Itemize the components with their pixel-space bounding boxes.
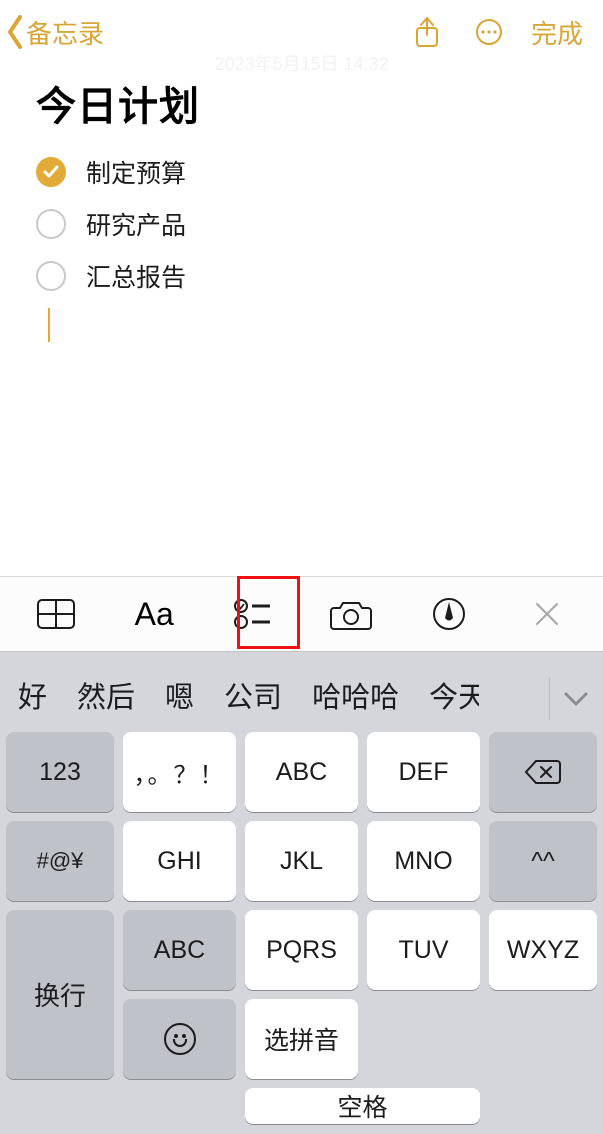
markup-icon [431,596,467,632]
key-jkl[interactable]: JKL [245,821,358,901]
key-numbers[interactable]: 123 [6,732,114,812]
done-button[interactable]: 完成 [523,14,591,51]
candidate-bar: 好 然后 嗯 公司 哈哈哈 今天 [0,652,603,732]
nav-bar: 备忘录 完成 [0,0,603,64]
key-wxyz[interactable]: WXYZ [489,910,597,990]
checklist-item-text: 制定预算 [86,154,186,190]
expand-candidates-button[interactable] [549,678,591,720]
checklist-item[interactable]: 研究产品 [36,198,567,250]
emoji-icon [164,1023,196,1055]
key-def[interactable]: DEF [367,732,480,812]
ellipsis-circle-icon [474,15,504,49]
checklist-item[interactable]: 制定预算 [36,146,567,198]
key-select-pinyin[interactable]: 选拼音 [245,999,358,1079]
key-emoji[interactable] [123,999,236,1079]
share-icon [412,15,442,49]
checkbox-empty-icon[interactable] [36,261,66,291]
key-return[interactable]: 换行 [6,910,114,1079]
candidate-word[interactable]: 然后 [71,670,141,720]
checklist-item[interactable]: 汇总报告 [36,250,567,302]
chevron-left-icon [4,13,26,51]
more-button[interactable] [461,4,517,60]
candidate-word[interactable]: 好 [12,670,53,720]
key-abc[interactable]: ABC [245,732,358,812]
key-symbols[interactable]: #@¥ [6,821,114,901]
chevron-down-icon [563,691,589,707]
note-title: 今日计划 [36,74,567,132]
text-cursor [48,308,50,342]
back-label: 备忘录 [26,14,104,51]
key-switch-abc[interactable]: ABC [123,910,236,990]
insert-table-button[interactable] [28,587,84,641]
candidate-word[interactable]: 公司 [218,670,288,720]
checkbox-checked-icon[interactable] [36,157,66,187]
camera-icon [330,598,372,630]
checkbox-empty-icon[interactable] [36,209,66,239]
share-button[interactable] [399,4,455,60]
note-body[interactable]: 今日计划 制定预算 研究产品 汇总报告 [0,64,603,342]
format-toolbar: Aa [0,576,603,652]
text-format-button[interactable]: Aa [126,587,182,641]
backspace-icon [524,759,562,785]
camera-button[interactable] [323,587,379,641]
key-space[interactable]: 空格 [245,1088,480,1124]
checklist-item-text: 研究产品 [86,206,186,242]
key-ghi[interactable]: GHI [123,821,236,901]
keyboard: 好 然后 嗯 公司 哈哈哈 今天 123 ，。？！ ABC DEF #@¥ GH… [0,652,603,1134]
key-kaomoji[interactable]: ^^ [489,821,597,901]
checklist-item-text: 汇总报告 [86,258,186,294]
markup-button[interactable] [421,587,477,641]
table-icon [36,598,76,630]
key-backspace[interactable] [489,732,597,812]
close-icon [533,600,561,628]
back-button[interactable]: 备忘录 [4,13,104,51]
key-pqrs[interactable]: PQRS [245,910,358,990]
candidate-word[interactable]: 哈哈哈 [306,670,405,720]
key-tuv[interactable]: TUV [367,910,480,990]
dismiss-keyboard-button[interactable] [519,587,575,641]
key-mno[interactable]: MNO [367,821,480,901]
candidate-word[interactable]: 今天 [423,670,479,720]
checklist-button[interactable] [224,587,280,641]
candidate-word[interactable]: 嗯 [159,670,200,720]
key-grid: 123 ，。？！ ABC DEF #@¥ GHI JKL MNO ^^ ABC … [0,732,603,1134]
checklist-icon [232,596,272,632]
key-punctuation[interactable]: ，。？！ [123,732,236,812]
text-format-icon: Aa [135,596,174,633]
